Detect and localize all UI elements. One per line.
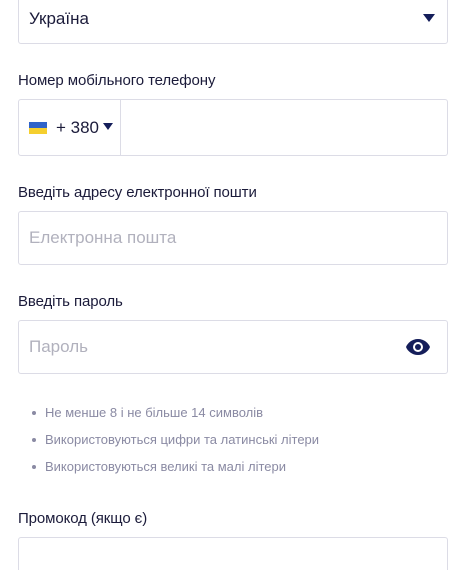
ukraine-flag-icon: [29, 121, 47, 134]
password-field: [18, 320, 448, 374]
phone-field: + 380: [18, 99, 448, 156]
registration-form: Україна Номер мобільного телефону + 380 …: [0, 0, 464, 570]
country-select[interactable]: Україна: [18, 0, 448, 44]
password-input[interactable]: [19, 321, 405, 373]
email-label: Введіть адресу електронної пошти: [18, 184, 257, 201]
promo-input[interactable]: [19, 538, 447, 570]
chevron-down-icon: [103, 122, 114, 130]
promo-label: Промокод (якщо є): [18, 510, 148, 527]
password-requirements: Не менше 8 і не більше 14 символів Викор…: [32, 403, 319, 484]
country-select-value: Україна: [29, 9, 89, 28]
phone-country-code-select[interactable]: + 380: [19, 100, 121, 155]
phone-country-code: + 380: [56, 117, 100, 137]
password-label: Введіть пароль: [18, 293, 123, 310]
phone-input[interactable]: [121, 100, 447, 155]
promo-field: [18, 537, 448, 570]
email-field: [18, 211, 448, 265]
email-input[interactable]: [19, 212, 447, 264]
password-requirement-item: Використовуються великі та малі літери: [32, 457, 319, 484]
eye-icon[interactable]: [405, 337, 431, 357]
chevron-down-icon[interactable]: [423, 14, 435, 22]
password-requirement-item: Не менше 8 і не більше 14 символів: [32, 403, 319, 430]
password-requirement-item: Використовуються цифри та латинські літе…: [32, 430, 319, 457]
phone-label: Номер мобільного телефону: [18, 72, 216, 89]
